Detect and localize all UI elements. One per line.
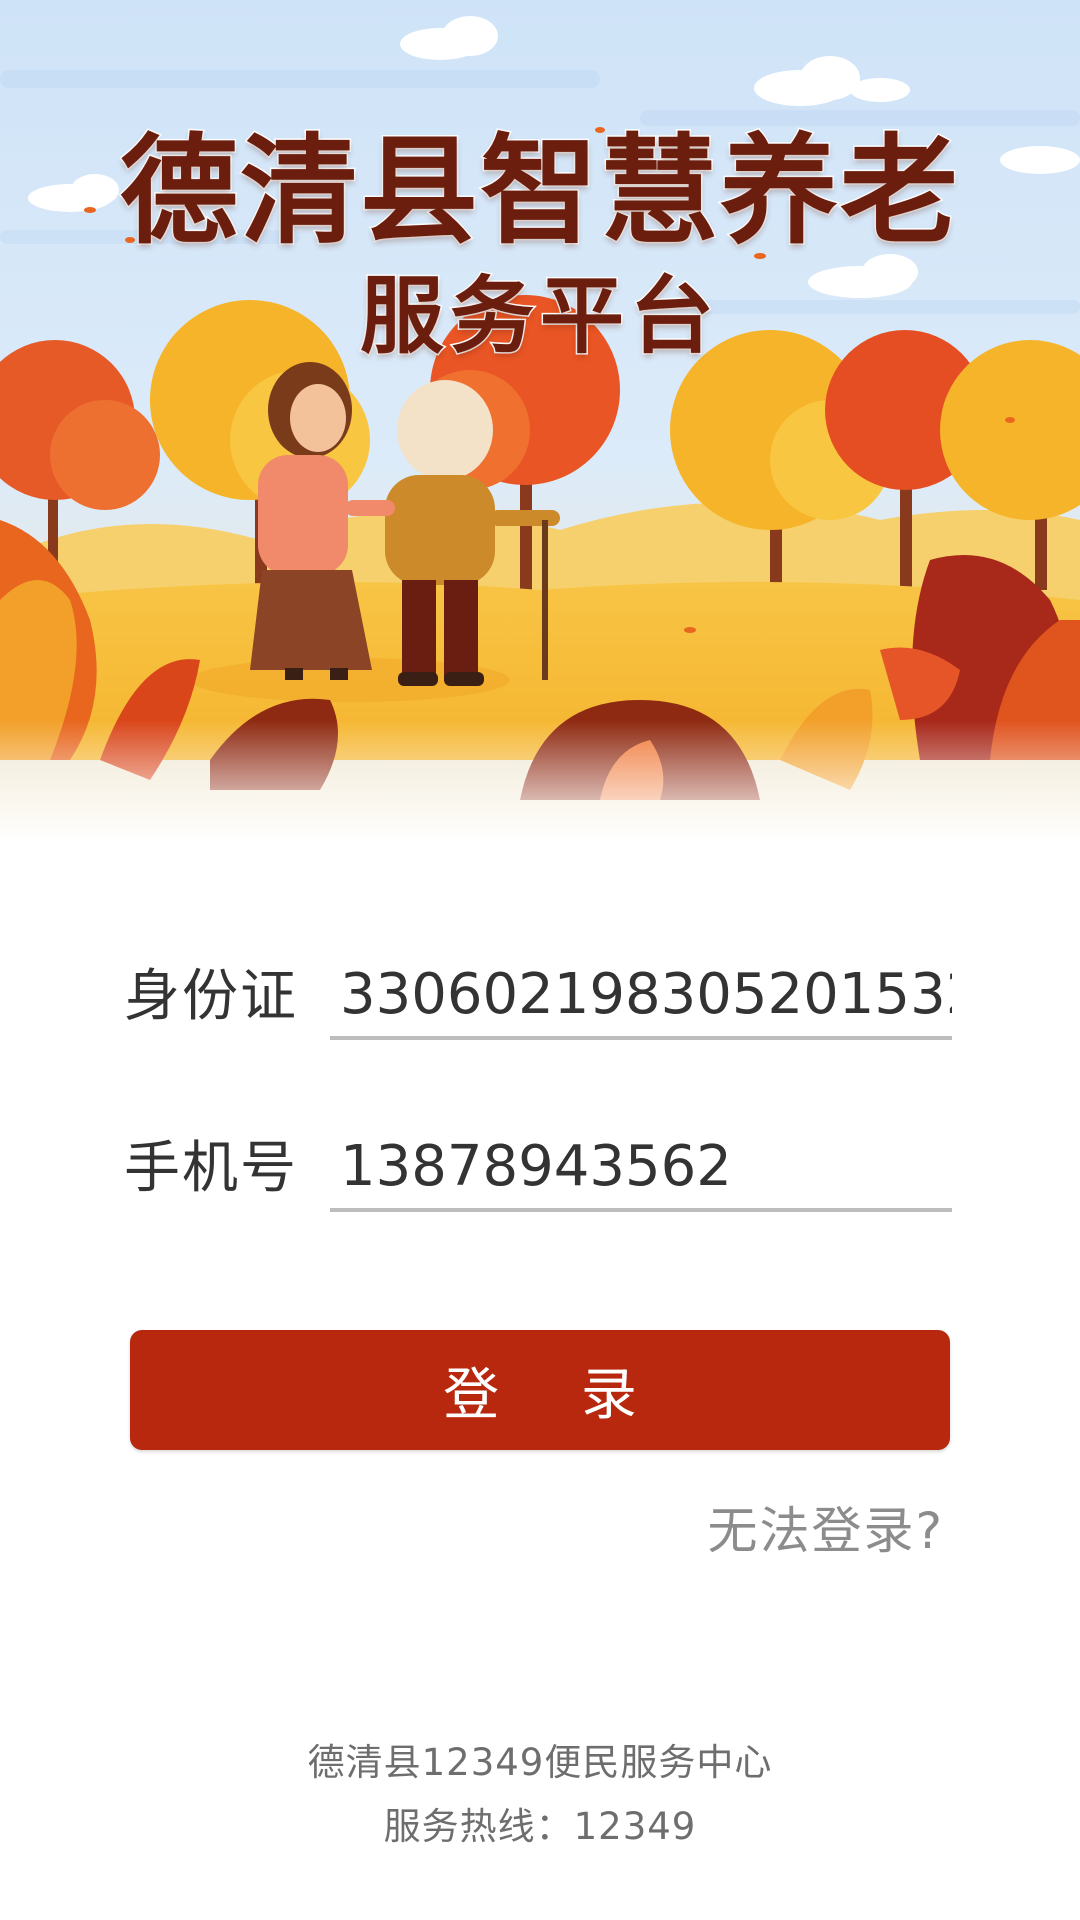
login-button[interactable]: 登 录 [130,1330,950,1450]
phone-input[interactable] [330,1124,952,1212]
login-page: 德清县智慧养老 服务平台 身份证 手机号 登 录 无法登录? 德清县12349便… [0,0,1080,1920]
id-card-label: 身份证 [124,964,298,1029]
footer-organization: 德清县12349便民服务中心 [307,1741,773,1784]
page-subtitle: 服务平台 [358,267,720,366]
id-card-field: 身份证 [124,952,952,1042]
banner: 德清县智慧养老 服务平台 [0,0,1080,840]
phone-label: 手机号 [124,1136,298,1201]
footer-hotline: 服务热线：12349 [383,1805,697,1848]
page-title: 德清县智慧养老 [118,122,960,260]
cannot-login-link[interactable]: 无法登录? [707,1496,944,1566]
id-card-input[interactable] [330,952,952,1040]
phone-field: 手机号 [124,1124,952,1214]
